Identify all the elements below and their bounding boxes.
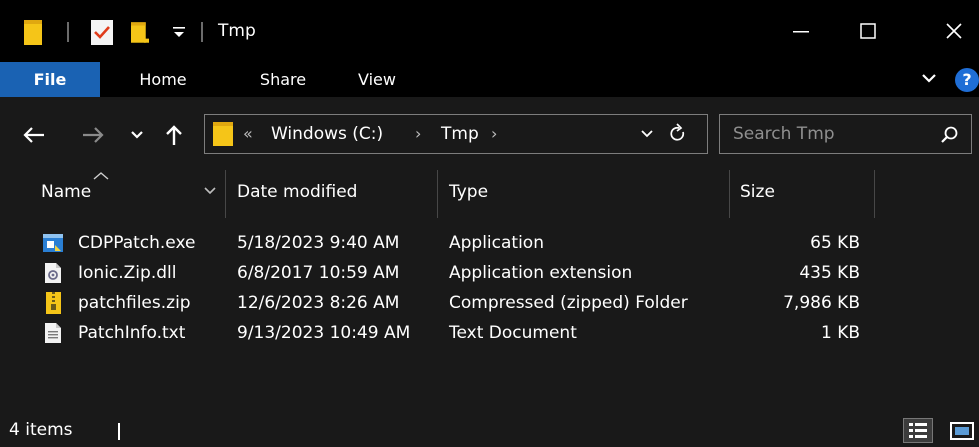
file-row[interactable]: patchfiles.zip 12/6/2023 8:26 AM Compres…: [0, 288, 880, 318]
column-filter-dropdown-icon[interactable]: [203, 186, 217, 196]
column-headers: Name Date modified Type Size: [0, 170, 979, 218]
file-size: 7,986 KB: [783, 293, 860, 313]
refresh-icon[interactable]: [668, 123, 688, 145]
ribbon: File Home Share View: [0, 62, 979, 97]
close-icon: [946, 23, 962, 39]
help-button[interactable]: ?: [955, 68, 979, 92]
search-input[interactable]: Search Tmp: [719, 114, 972, 154]
folder-icon[interactable]: [24, 20, 42, 45]
address-bar[interactable]: « Windows (C:) › Tmp ›: [204, 114, 708, 154]
file-type: Text Document: [449, 323, 577, 343]
column-header-type[interactable]: Type: [449, 180, 488, 204]
up-arrow-icon: [166, 125, 182, 145]
file-row[interactable]: PatchInfo.txt 9/13/2023 10:49 AM Text Do…: [0, 318, 880, 348]
file-name[interactable]: Ionic.Zip.dll: [78, 258, 176, 288]
file-type: Application: [449, 233, 544, 253]
sort-ascending-icon: [93, 172, 109, 180]
column-divider[interactable]: [437, 170, 438, 218]
column-divider[interactable]: [729, 170, 730, 218]
maximize-icon: [860, 23, 876, 39]
window-title: Tmp: [218, 21, 256, 41]
status-bar: 4 items: [0, 413, 979, 447]
file-type: Compressed (zipped) Folder: [449, 293, 688, 313]
file-date-modified: 6/8/2017 10:59 AM: [237, 263, 400, 283]
forward-button[interactable]: [76, 121, 110, 149]
file-name[interactable]: PatchInfo.txt: [78, 318, 185, 348]
address-separator[interactable]: ›: [415, 124, 421, 143]
close-button[interactable]: [929, 10, 979, 52]
title-bar: Tmp: [0, 0, 979, 62]
address-dropdown-icon[interactable]: [640, 129, 654, 139]
forward-arrow-icon: [83, 127, 104, 143]
zip-folder-icon: [46, 292, 61, 314]
quick-access-separator: [67, 22, 69, 42]
address-separator[interactable]: ›: [491, 124, 497, 143]
minimize-button[interactable]: [776, 10, 826, 52]
address-overflow[interactable]: «: [243, 124, 253, 143]
chevron-down-icon: [131, 131, 143, 139]
dll-icon: [45, 263, 61, 283]
up-button[interactable]: [161, 121, 187, 149]
file-date-modified: 12/6/2023 8:26 AM: [237, 293, 400, 313]
file-date-modified: 9/13/2023 10:49 AM: [237, 323, 411, 343]
maximize-button[interactable]: [843, 10, 893, 52]
tab-home[interactable]: Home: [123, 62, 203, 97]
new-folder-icon[interactable]: [131, 20, 149, 45]
details-view-button[interactable]: [903, 418, 933, 443]
file-size: 435 KB: [799, 263, 860, 283]
address-segment-folder[interactable]: Tmp: [441, 124, 479, 144]
column-header-name[interactable]: Name: [41, 180, 91, 204]
file-size: 65 KB: [810, 233, 860, 253]
large-icons-view-button[interactable]: [949, 420, 975, 442]
column-divider[interactable]: [225, 170, 226, 218]
properties-icon[interactable]: [91, 20, 113, 45]
item-count: 4 items: [9, 420, 73, 440]
file-size: 1 KB: [820, 323, 860, 343]
column-header-size[interactable]: Size: [740, 180, 775, 204]
tab-view[interactable]: View: [347, 62, 407, 97]
customize-dropdown-icon[interactable]: [172, 23, 186, 41]
back-button[interactable]: [16, 121, 52, 149]
file-type: Application extension: [449, 263, 633, 283]
search-placeholder: Search Tmp: [733, 124, 835, 144]
text-document-icon: [45, 323, 61, 343]
column-header-date-modified[interactable]: Date modified: [237, 180, 357, 204]
file-name[interactable]: patchfiles.zip: [78, 288, 191, 318]
status-separator: [118, 423, 120, 440]
column-divider[interactable]: [874, 170, 875, 218]
address-segment-drive[interactable]: Windows (C:): [271, 124, 383, 144]
file-row[interactable]: CDPPatch.exe 5/18/2023 9:40 AM Applicati…: [0, 228, 880, 258]
details-view-icon: [909, 423, 927, 438]
recent-locations-button[interactable]: [127, 125, 147, 145]
search-icon: [941, 126, 958, 143]
folder-icon: [213, 122, 233, 146]
minimize-icon: [793, 31, 809, 33]
title-separator: [201, 22, 203, 42]
file-date-modified: 5/18/2023 9:40 AM: [237, 233, 400, 253]
tab-file[interactable]: File: [0, 62, 100, 97]
file-row[interactable]: Ionic.Zip.dll 6/8/2017 10:59 AM Applicat…: [0, 258, 880, 288]
expand-ribbon-icon[interactable]: [921, 70, 937, 86]
tab-share[interactable]: Share: [253, 62, 313, 97]
back-arrow-icon: [23, 127, 44, 143]
application-icon: [43, 234, 63, 252]
file-name[interactable]: CDPPatch.exe: [78, 228, 195, 258]
large-icons-view-icon: [950, 422, 974, 440]
